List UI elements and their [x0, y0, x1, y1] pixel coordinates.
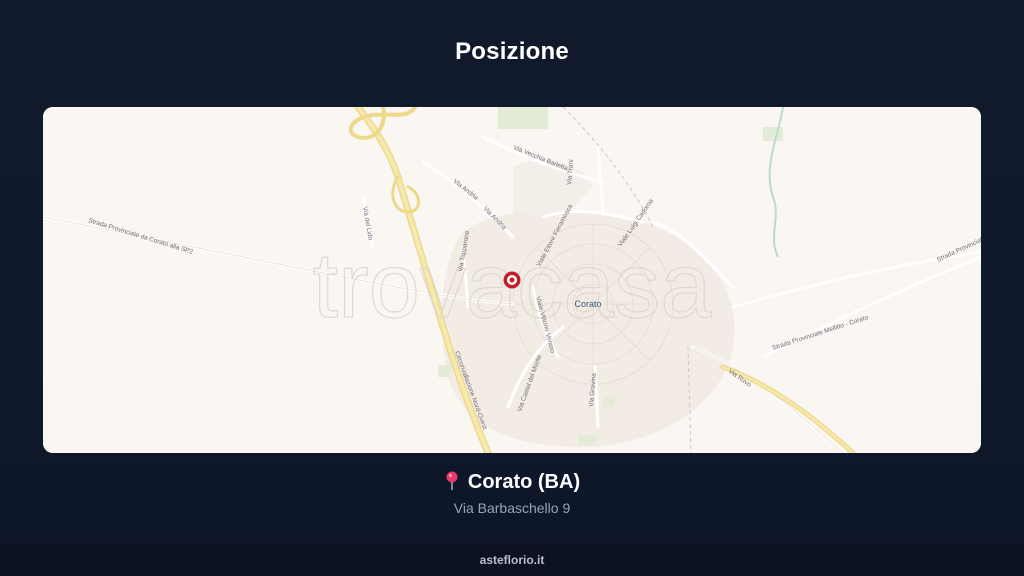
footer: asteflorio.it	[0, 544, 1024, 576]
round-pushpin-icon	[444, 471, 460, 497]
map-view[interactable]: trovacasa Strada Provinciale da Corato a…	[43, 107, 981, 453]
location-title: Corato (BA)	[0, 471, 1024, 497]
footer-site[interactable]: asteflorio.it	[480, 553, 545, 567]
location-address: Via Barbaschello 9	[453, 500, 571, 516]
location-city: Corato (BA)	[467, 471, 581, 493]
location-marker-icon[interactable]	[503, 271, 521, 289]
map-city-label: Corato	[574, 299, 601, 309]
page-title: Posizione	[455, 38, 569, 65]
